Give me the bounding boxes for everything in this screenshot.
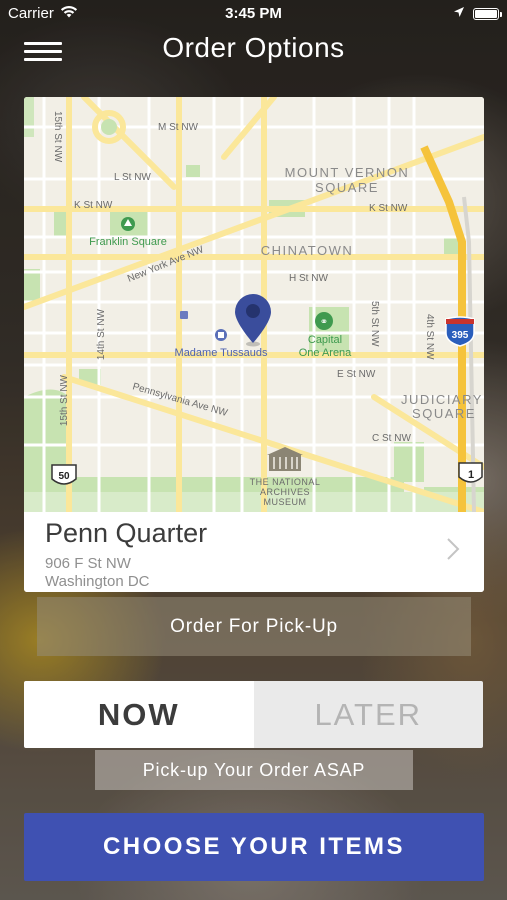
choose-your-items-button[interactable]: CHOOSE YOUR ITEMS bbox=[24, 813, 484, 881]
order-for-pickup-button[interactable]: Order For Pick-Up bbox=[37, 597, 471, 656]
location-info-row[interactable]: Penn Quarter 906 F St NW Washington DC bbox=[24, 512, 484, 592]
address-line-2: Washington DC bbox=[45, 573, 150, 590]
i395-shield-icon: 395 bbox=[445, 316, 475, 347]
label-l-st: L St NW bbox=[114, 172, 151, 183]
label-15th-st-bottom: 15th St NW bbox=[59, 374, 70, 426]
battery-icon bbox=[473, 7, 502, 20]
store-map[interactable]: M St NW L St NW K St NW K St NW H St NW … bbox=[24, 97, 484, 512]
svg-text:1: 1 bbox=[468, 469, 474, 481]
status-right bbox=[453, 5, 502, 22]
svg-text:395: 395 bbox=[452, 330, 469, 341]
address-line-1: 906 F St NW bbox=[45, 555, 131, 572]
label-h-st: H St NW bbox=[289, 273, 328, 284]
label-chinatown: CHINATOWN bbox=[261, 243, 353, 258]
chevron-right-icon bbox=[446, 536, 460, 562]
svg-text:Madame Tussauds: Madame Tussauds bbox=[175, 347, 268, 359]
svg-text:One Arena: One Arena bbox=[299, 347, 352, 359]
label-e-st: E St NW bbox=[337, 369, 376, 380]
svg-text:50: 50 bbox=[58, 471, 70, 482]
label-square-2: SQUARE bbox=[412, 406, 476, 421]
svg-text:Capital: Capital bbox=[308, 334, 342, 346]
nav-bar: Order Options bbox=[0, 28, 507, 74]
location-arrow-icon bbox=[453, 5, 465, 22]
now-option[interactable]: NOW bbox=[24, 681, 254, 748]
timing-segmented-control: NOW LATER bbox=[24, 681, 483, 748]
later-option[interactable]: LATER bbox=[253, 681, 483, 748]
status-time: 3:45 PM bbox=[225, 5, 282, 22]
location-address: 906 F St NW Washington DC bbox=[45, 555, 150, 591]
label-square-1: SQUARE bbox=[315, 180, 379, 195]
label-c-st: C St NW bbox=[372, 433, 411, 444]
label-k-st-left: K St NW bbox=[74, 200, 113, 211]
label-15th-st-top: 15th St NW bbox=[52, 111, 63, 163]
label-4th-st: 4th St NW bbox=[424, 314, 435, 360]
pickup-asap-note: Pick-up Your Order ASAP bbox=[95, 750, 413, 790]
label-mount-vernon: MOUNT VERNON bbox=[285, 165, 410, 180]
us1-shield-icon: 1 bbox=[458, 462, 483, 483]
svg-text:⚭: ⚭ bbox=[320, 317, 328, 328]
label-k-st-right: K St NW bbox=[369, 203, 408, 214]
label-m-st: M St NW bbox=[158, 122, 199, 133]
label-5th-st: 5th St NW bbox=[369, 301, 380, 347]
page-title: Order Options bbox=[162, 32, 345, 63]
svg-text:Franklin Square: Franklin Square bbox=[89, 236, 167, 248]
battery-fill bbox=[475, 9, 497, 18]
location-card: M St NW L St NW K St NW K St NW H St NW … bbox=[24, 97, 484, 592]
svg-text:THE NATIONAL: THE NATIONAL bbox=[250, 477, 321, 487]
label-judiciary: JUDICIARY bbox=[401, 392, 483, 407]
svg-text:ARCHIVES: ARCHIVES bbox=[260, 487, 310, 497]
location-name: Penn Quarter bbox=[45, 518, 208, 548]
svg-text:MUSEUM: MUSEUM bbox=[264, 497, 307, 507]
transit-icon bbox=[180, 311, 188, 319]
label-14th-st: 14th St NW bbox=[96, 308, 107, 360]
status-bar: Carrier 3:45 PM bbox=[0, 0, 507, 28]
us50-shield-icon: 50 bbox=[51, 464, 77, 485]
